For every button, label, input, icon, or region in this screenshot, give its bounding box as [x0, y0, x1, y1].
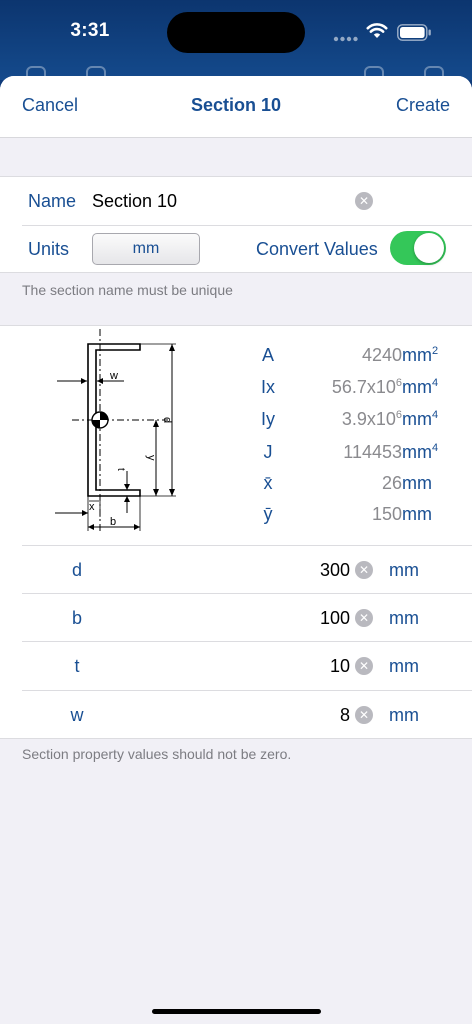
prop-symbol-area: A	[261, 345, 274, 365]
clear-d-icon[interactable]: ✕	[355, 561, 373, 579]
battery-icon	[397, 24, 431, 41]
dim-label-d: d	[71, 560, 82, 580]
prop-unit-area: mm2	[402, 345, 439, 365]
prop-symbol-ix: Ix	[260, 377, 275, 397]
dim-field-b[interactable]: 100	[320, 608, 350, 629]
name-units-group: Name Section 10 ✕ Units mm Convert Value…	[0, 176, 472, 273]
clear-b-icon[interactable]: ✕	[355, 609, 373, 627]
dim-ybar-label: y	[145, 455, 157, 461]
home-indicator	[152, 1009, 321, 1014]
prop-value-ix: 56.7x106	[331, 377, 402, 397]
dimension-row-d: d 300 ✕ mm	[0, 546, 472, 594]
units-row: Units mm Convert Values	[0, 225, 472, 273]
section-sheet: Cancel Section 10 Create Name Section 10…	[0, 76, 472, 1024]
dimension-row-w: w 8 ✕ mm	[0, 691, 472, 739]
dim-d-label: d	[161, 417, 173, 423]
dim-unit-b: mm	[389, 608, 419, 628]
dimension-row-t: t 10 ✕ mm	[0, 642, 472, 690]
clear-t-icon[interactable]: ✕	[355, 657, 373, 675]
prop-unit-ybar: mm	[402, 504, 432, 524]
prop-symbol-xbar: x̄	[263, 473, 273, 493]
name-label: Name	[28, 191, 77, 211]
dims-nonzero-note: Section property values should not be ze…	[22, 746, 292, 762]
prop-symbol-j: J	[263, 442, 273, 462]
status-bar: 3:31	[0, 0, 472, 80]
name-unique-note: The section name must be unique	[22, 282, 233, 298]
convert-values-toggle[interactable]	[390, 231, 446, 265]
prop-unit-ix: mm4	[402, 377, 439, 397]
prop-value-area: 4240	[361, 345, 402, 365]
prop-symbol-ybar: ȳ	[263, 504, 273, 524]
prop-unit-iy: mm4	[402, 409, 439, 429]
clear-w-icon[interactable]: ✕	[355, 706, 373, 724]
section-details-group: w d y t x b A 4240 mm2 Ix 56.7x106 mm4 I…	[0, 325, 472, 739]
channel-section-diagram: w d y t x b	[55, 329, 176, 533]
dim-field-t[interactable]: 10	[330, 656, 350, 677]
dim-unit-w: mm	[389, 705, 419, 725]
background-toolbar-icon	[424, 66, 444, 76]
name-field[interactable]: Section 10	[92, 191, 177, 212]
dim-label-w: w	[70, 705, 84, 725]
background-toolbar-icon	[86, 66, 106, 76]
prop-unit-j: mm4	[402, 442, 439, 462]
dynamic-island	[167, 12, 305, 53]
dim-label-t: t	[74, 656, 80, 676]
dim-field-w[interactable]: 8	[340, 705, 350, 726]
nav-bar: Cancel Section 10 Create	[0, 76, 472, 138]
dim-unit-d: mm	[389, 560, 419, 580]
prop-value-iy: 3.9x106	[341, 409, 402, 429]
dim-t-label: t	[115, 468, 126, 471]
background-toolbar-icon	[26, 66, 46, 76]
prop-unit-xbar: mm	[402, 473, 432, 493]
prop-value-xbar: 26	[381, 473, 402, 493]
dim-w-label: w	[109, 370, 118, 382]
dim-xbar-label: x	[89, 501, 95, 513]
units-label: Units	[28, 239, 70, 259]
units-button[interactable]: mm	[92, 233, 200, 265]
dim-label-b: b	[71, 608, 82, 628]
status-time: 3:31	[70, 20, 110, 41]
dim-b-label: b	[110, 516, 116, 528]
dimension-row-b: b 100 ✕ mm	[0, 594, 472, 642]
prop-value-j: 114453	[343, 442, 402, 462]
cellular-signal-icon	[333, 36, 358, 42]
toggle-knob	[414, 233, 444, 263]
cancel-button[interactable]: Cancel	[22, 95, 78, 116]
background-toolbar-icon	[364, 66, 384, 76]
prop-value-ybar: 150	[371, 504, 402, 524]
create-button[interactable]: Create	[396, 95, 450, 116]
dim-unit-t: mm	[389, 656, 419, 676]
wifi-icon	[366, 23, 388, 38]
convert-values-label: Convert Values	[256, 239, 378, 259]
name-row: Name Section 10 ✕	[0, 177, 472, 225]
prop-symbol-iy: Iy	[260, 409, 275, 429]
dim-field-d[interactable]: 300	[320, 560, 350, 581]
clear-name-icon[interactable]: ✕	[355, 192, 373, 210]
